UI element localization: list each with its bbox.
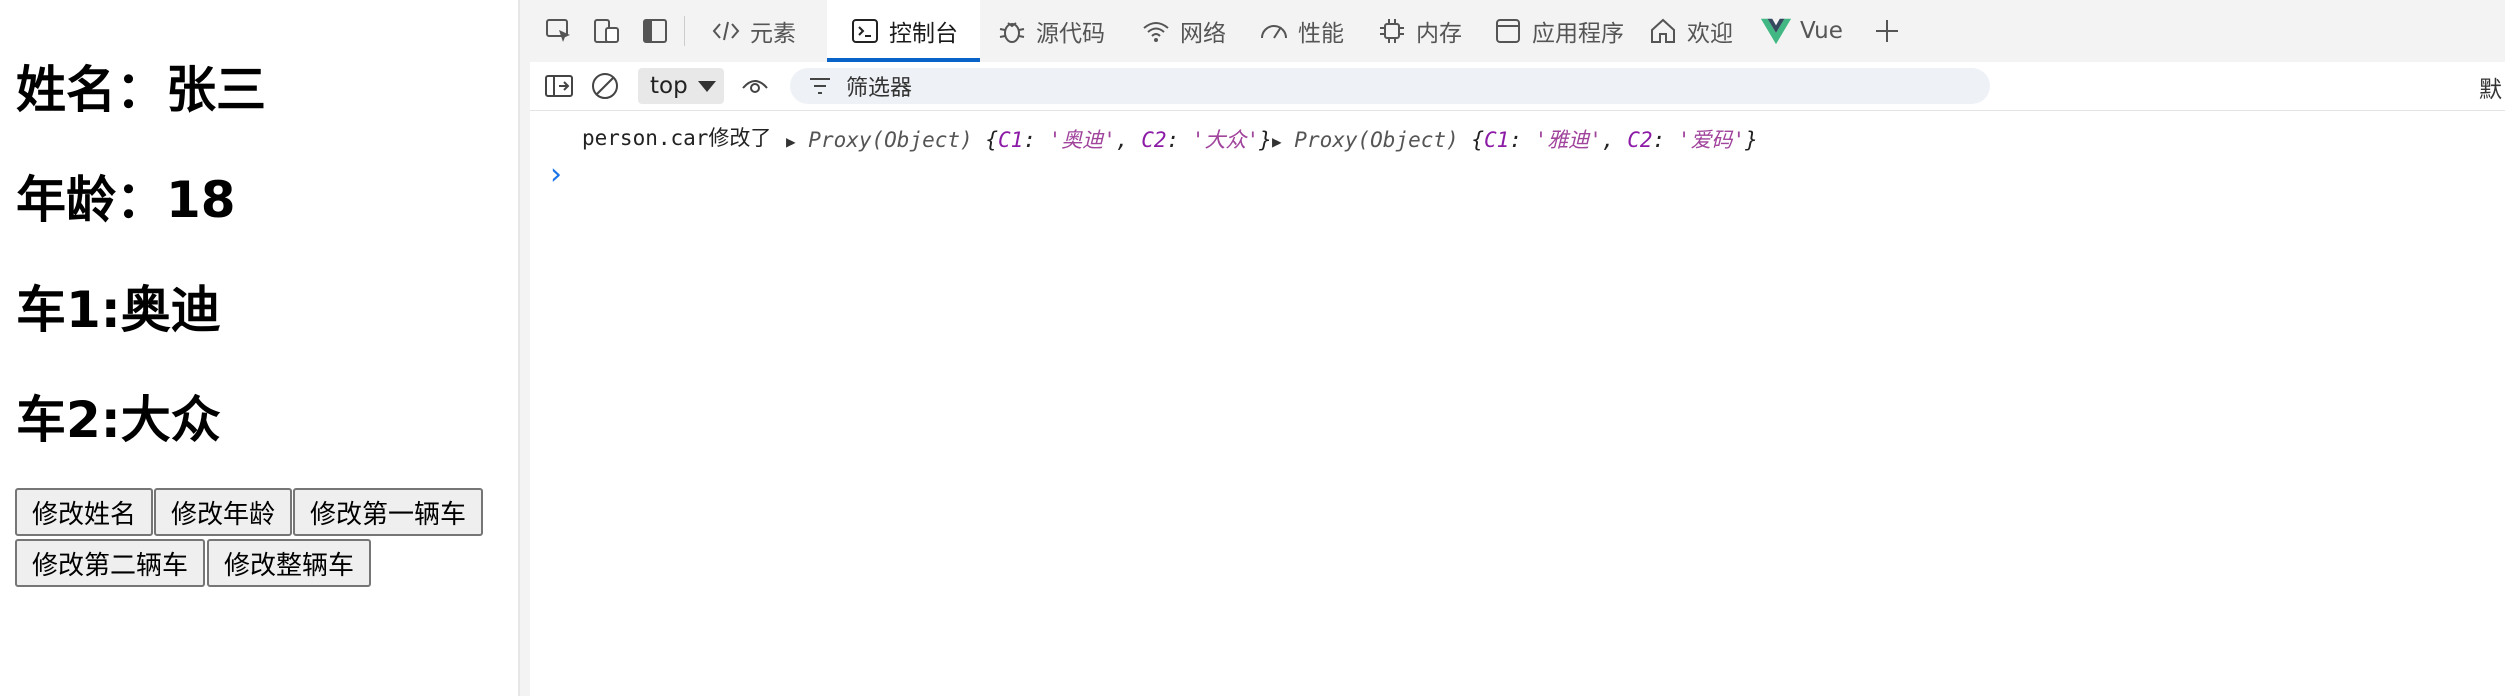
- edit-whole-car-button[interactable]: 修改整辆车: [207, 539, 371, 587]
- tabbar-divider: [684, 16, 685, 46]
- tab-console[interactable]: 控制台: [827, 0, 980, 62]
- object-type: Proxy(Object): [808, 128, 973, 152]
- tab-memory[interactable]: 内存: [1376, 0, 1462, 62]
- quote: ': [1677, 128, 1691, 152]
- inspect-element-icon[interactable]: [542, 14, 576, 48]
- object-value: 爱码: [1690, 128, 1733, 152]
- default-levels-dropdown[interactable]: 默: [2479, 70, 2505, 104]
- object-key: C2: [1627, 128, 1653, 152]
- colon: :: [1166, 128, 1192, 152]
- object-type: Proxy(Object): [1294, 128, 1459, 152]
- vue-logo-icon: [1760, 15, 1792, 47]
- clear-console-icon[interactable]: [588, 69, 622, 103]
- tab-vue[interactable]: Vue: [1760, 0, 1843, 62]
- live-expression-eye-icon[interactable]: [738, 69, 772, 103]
- quote: ': [1589, 128, 1602, 152]
- console-toolbar: top 筛选器 默: [530, 62, 2505, 111]
- edit-second-car-button[interactable]: 修改第二辆车: [15, 539, 205, 587]
- tab-performance[interactable]: 性能: [1258, 0, 1344, 62]
- edit-first-car-button[interactable]: 修改第一辆车: [293, 488, 483, 536]
- quote: ': [1103, 128, 1116, 152]
- object-key: C1: [1483, 128, 1510, 152]
- quote: ': [1732, 128, 1746, 152]
- brace-open: {: [1471, 128, 1484, 152]
- object-value: 大众: [1204, 128, 1247, 152]
- old-value-object[interactable]: ▶ Proxy(Object) {C1: '雅迪', C2: '爱码'}: [1272, 124, 1758, 154]
- object-key: C1: [997, 128, 1024, 152]
- add-tab-icon[interactable]: [1870, 14, 1904, 48]
- name-heading: 姓名：张三: [16, 61, 266, 119]
- car2-heading: 车2:大众: [16, 391, 221, 449]
- colon: :: [1509, 128, 1535, 152]
- tab-label: 源代码: [1036, 21, 1105, 47]
- brace-open: {: [985, 128, 998, 152]
- console-prompt[interactable]: ›: [550, 158, 2485, 192]
- new-value-object[interactable]: ▶ Proxy(Object) {C1: '奥迪', C2: '大众'}: [786, 124, 1272, 154]
- tab-label: 应用程序: [1532, 21, 1624, 47]
- brace-close: }: [1745, 128, 1758, 152]
- comma: ,: [1601, 128, 1628, 152]
- colon: :: [1652, 128, 1678, 152]
- tab-application[interactable]: 应用程序: [1492, 0, 1624, 62]
- expand-triangle-icon[interactable]: ▶: [786, 132, 796, 151]
- tab-label: 元素: [750, 21, 796, 47]
- bug-icon: [996, 15, 1028, 47]
- comma: ,: [1115, 128, 1142, 152]
- tab-sources[interactable]: 源代码: [996, 0, 1105, 62]
- age-heading: 年龄：18: [16, 171, 236, 229]
- console-icon: [849, 15, 881, 47]
- context-select[interactable]: top: [638, 68, 724, 104]
- log-message: person.car修改了: [582, 126, 772, 150]
- object-value: 奥迪: [1061, 128, 1104, 152]
- tab-label: 网络: [1180, 21, 1226, 47]
- expand-triangle-icon[interactable]: ▶: [1272, 132, 1282, 151]
- app-viewport: 姓名：张三 年龄：18 车1:奥迪 车2:大众 修改姓名 修改年龄 修改第一辆车…: [0, 0, 520, 696]
- device-emulation-icon[interactable]: [590, 14, 624, 48]
- devtools-tabbar: 元素 控制台 源代码 网络 性能 内存 应用程序 欢迎 Vue: [530, 0, 2505, 63]
- quote: ': [1534, 128, 1548, 152]
- prompt-chevron-icon: ›: [550, 157, 562, 192]
- chip-icon: [1376, 15, 1408, 47]
- home-icon: [1647, 15, 1679, 47]
- wifi-icon: [1140, 15, 1172, 47]
- filter-icon: [808, 76, 832, 102]
- sidebar-toggle-icon[interactable]: [542, 69, 576, 103]
- edit-name-button[interactable]: 修改姓名: [15, 488, 153, 536]
- brace-close: }: [1259, 128, 1272, 152]
- tab-label: 内存: [1416, 21, 1462, 47]
- tab-label: 性能: [1298, 21, 1344, 47]
- tab-network[interactable]: 网络: [1140, 0, 1226, 62]
- filter-input[interactable]: 筛选器: [790, 68, 1990, 104]
- tab-label: 欢迎: [1687, 21, 1733, 47]
- dock-side-icon[interactable]: [638, 14, 672, 48]
- devtools-panel: 元素 控制台 源代码 网络 性能 内存 应用程序 欢迎 Vue top 筛选器 …: [530, 0, 2505, 696]
- code-tag-icon: [710, 15, 742, 47]
- quote: ': [1048, 128, 1062, 152]
- tab-elements[interactable]: 元素: [710, 0, 796, 62]
- quote: ': [1246, 128, 1260, 152]
- context-label: top: [650, 73, 688, 99]
- tab-label: 控制台: [889, 21, 958, 47]
- colon: :: [1023, 128, 1049, 152]
- tab-label: Vue: [1800, 18, 1843, 44]
- tab-welcome[interactable]: 欢迎: [1647, 0, 1733, 62]
- gauge-icon: [1258, 15, 1290, 47]
- edit-age-button[interactable]: 修改年龄: [154, 488, 292, 536]
- chevron-down-icon: [697, 80, 716, 92]
- object-key: C2: [1141, 128, 1167, 152]
- app-window-icon: [1492, 15, 1524, 47]
- object-value: 雅迪: [1547, 128, 1590, 152]
- console-log-entry: person.car修改了 ▶ Proxy(Object) {C1: '奥迪',…: [530, 110, 2505, 156]
- filter-placeholder: 筛选器: [846, 76, 913, 101]
- quote: ': [1191, 128, 1205, 152]
- car1-heading: 车1:奥迪: [16, 281, 221, 339]
